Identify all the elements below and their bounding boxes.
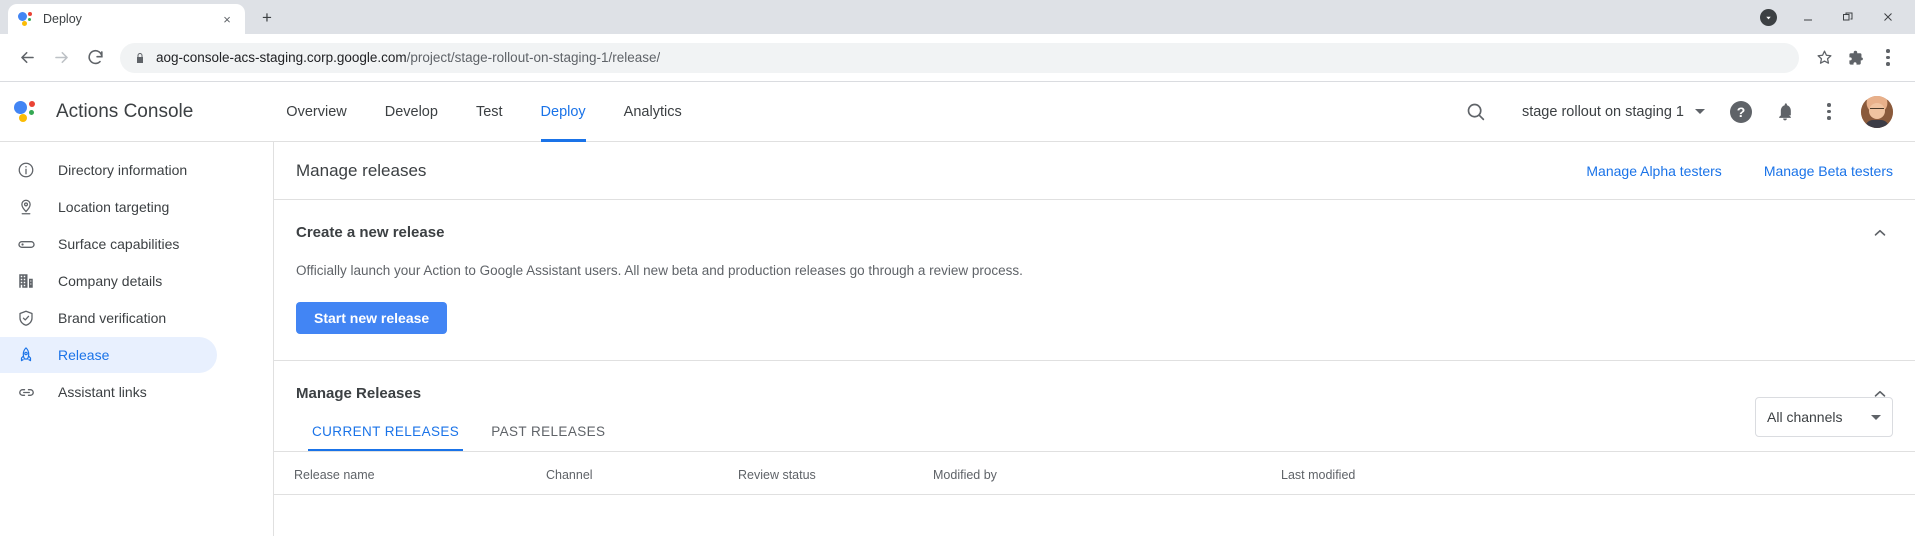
rocket-icon — [16, 346, 36, 364]
toolbar-actions — [1809, 42, 1903, 74]
content-header: Manage releases Manage Alpha testers Man… — [274, 142, 1915, 200]
link-icon — [16, 383, 36, 402]
restore-window-icon[interactable] — [1831, 0, 1865, 34]
url-text: aog-console-acs-staging.corp.google.com/… — [156, 50, 660, 65]
lock-icon — [134, 52, 146, 64]
create-release-title: Create a new release — [296, 224, 1893, 241]
chevron-down-icon — [1871, 415, 1881, 420]
create-release-card: Create a new release Officially launch y… — [274, 200, 1915, 361]
back-icon[interactable] — [12, 43, 42, 73]
update-badge-icon[interactable] — [1751, 0, 1785, 34]
sidebar-item-surface-capabilities[interactable]: Surface capabilities — [0, 226, 217, 262]
info-circle-icon — [16, 161, 36, 179]
address-bar[interactable]: aog-console-acs-staging.corp.google.com/… — [120, 43, 1799, 73]
new-tab-button[interactable]: + — [253, 4, 281, 32]
sidebar-item-label: Company details — [58, 273, 162, 289]
column-header-last-modified: Last modified — [1281, 468, 1481, 482]
bell-icon[interactable] — [1763, 90, 1807, 134]
header-actions: stage rollout on staging 1 ? — [1454, 90, 1893, 134]
sidebar-item-label: Surface capabilities — [58, 236, 179, 252]
chevron-down-icon — [1695, 109, 1705, 114]
releases-table-header: Release name Channel Review status Modif… — [274, 452, 1915, 495]
close-tab-icon[interactable]: × — [219, 11, 235, 27]
manage-beta-testers-link[interactable]: Manage Beta testers — [1764, 163, 1893, 179]
column-header-modified-by: Modified by — [933, 468, 1281, 482]
sidebar-item-label: Brand verification — [58, 310, 166, 326]
building-icon — [16, 272, 36, 290]
actions-console-logo-icon — [14, 99, 40, 125]
tab-past-releases[interactable]: PAST RELEASES — [475, 424, 621, 451]
avatar[interactable] — [1861, 96, 1893, 128]
browser-tab-bar: Deploy × + — [0, 0, 1915, 34]
sidebar-item-release[interactable]: Release — [0, 337, 217, 373]
main-content: Manage releases Manage Alpha testers Man… — [273, 142, 1915, 536]
chevron-up-icon[interactable] — [1871, 224, 1889, 247]
url-path: /project/stage-rollout-on-staging-1/rele… — [407, 50, 661, 65]
sidebar-item-label: Directory information — [58, 162, 187, 178]
nav-item-overview[interactable]: Overview — [267, 82, 365, 142]
column-header-channel: Channel — [546, 468, 738, 482]
forward-icon[interactable] — [46, 43, 76, 73]
sidebar-item-assistant-links[interactable]: Assistant links — [0, 374, 217, 410]
start-new-release-button[interactable]: Start new release — [296, 302, 447, 334]
url-domain: aog-console-acs-staging.corp.google.com — [156, 50, 407, 65]
bookmark-star-icon[interactable] — [1809, 42, 1839, 74]
nav-item-deploy[interactable]: Deploy — [522, 82, 605, 142]
sidebar-item-location-targeting[interactable]: Location targeting — [0, 189, 217, 225]
nav-item-develop[interactable]: Develop — [366, 82, 457, 142]
brand[interactable]: Actions Console — [14, 99, 193, 125]
shield-check-icon — [16, 309, 36, 327]
project-name: stage rollout on staging 1 — [1522, 104, 1684, 120]
sidebar-item-directory-information[interactable]: Directory information — [0, 152, 217, 188]
project-selector[interactable]: stage rollout on staging 1 — [1498, 104, 1719, 120]
content-header-links: Manage Alpha testers Manage Beta testers — [1586, 163, 1893, 179]
page-title: Manage releases — [296, 161, 426, 181]
page-body: Directory information Location targeting… — [0, 142, 1915, 536]
sidebar: Directory information Location targeting… — [0, 142, 273, 536]
column-header-review-status: Review status — [738, 468, 933, 482]
nav-item-analytics[interactable]: Analytics — [605, 82, 701, 142]
more-options-icon[interactable] — [1807, 90, 1851, 134]
sidebar-item-company-details[interactable]: Company details — [0, 263, 217, 299]
create-release-description: Officially launch your Action to Google … — [296, 263, 1893, 278]
minimize-window-icon[interactable] — [1791, 0, 1825, 34]
releases-tabs: CURRENT RELEASES PAST RELEASES — [296, 424, 621, 451]
browser-tab[interactable]: Deploy × — [8, 4, 245, 34]
manage-releases-title: Manage Releases — [296, 385, 1893, 402]
location-pin-icon — [16, 198, 36, 216]
sidebar-item-label: Release — [58, 347, 109, 363]
channel-filter-value: All channels — [1767, 409, 1843, 425]
app-header: Actions Console Overview Develop Test De… — [0, 82, 1915, 142]
tab-current-releases[interactable]: CURRENT RELEASES — [296, 424, 475, 451]
browser-toolbar: aog-console-acs-staging.corp.google.com/… — [0, 34, 1915, 82]
surface-device-icon — [16, 235, 36, 254]
releases-tabs-row: CURRENT RELEASES PAST RELEASES All chann… — [296, 424, 1893, 451]
browser-menu-icon[interactable] — [1873, 42, 1903, 74]
window-controls — [1751, 0, 1915, 34]
nav-item-test[interactable]: Test — [457, 82, 522, 142]
assistant-logo-icon — [18, 11, 34, 27]
sidebar-item-brand-verification[interactable]: Brand verification — [0, 300, 217, 336]
close-window-icon[interactable] — [1871, 0, 1905, 34]
help-icon[interactable]: ? — [1719, 90, 1763, 134]
extensions-puzzle-icon[interactable] — [1841, 42, 1871, 74]
brand-name: Actions Console — [56, 101, 193, 123]
reload-icon[interactable] — [80, 43, 110, 73]
browser-tab-title: Deploy — [43, 12, 210, 26]
main-nav: Overview Develop Test Deploy Analytics — [267, 82, 700, 142]
channel-filter-select[interactable]: All channels — [1755, 397, 1893, 437]
sidebar-item-label: Assistant links — [58, 384, 147, 400]
sidebar-item-label: Location targeting — [58, 199, 169, 215]
column-header-release-name: Release name — [294, 468, 546, 482]
manage-alpha-testers-link[interactable]: Manage Alpha testers — [1586, 163, 1721, 179]
search-icon[interactable] — [1454, 90, 1498, 134]
manage-releases-card: Manage Releases CURRENT RELEASES PAST RE… — [274, 361, 1915, 495]
